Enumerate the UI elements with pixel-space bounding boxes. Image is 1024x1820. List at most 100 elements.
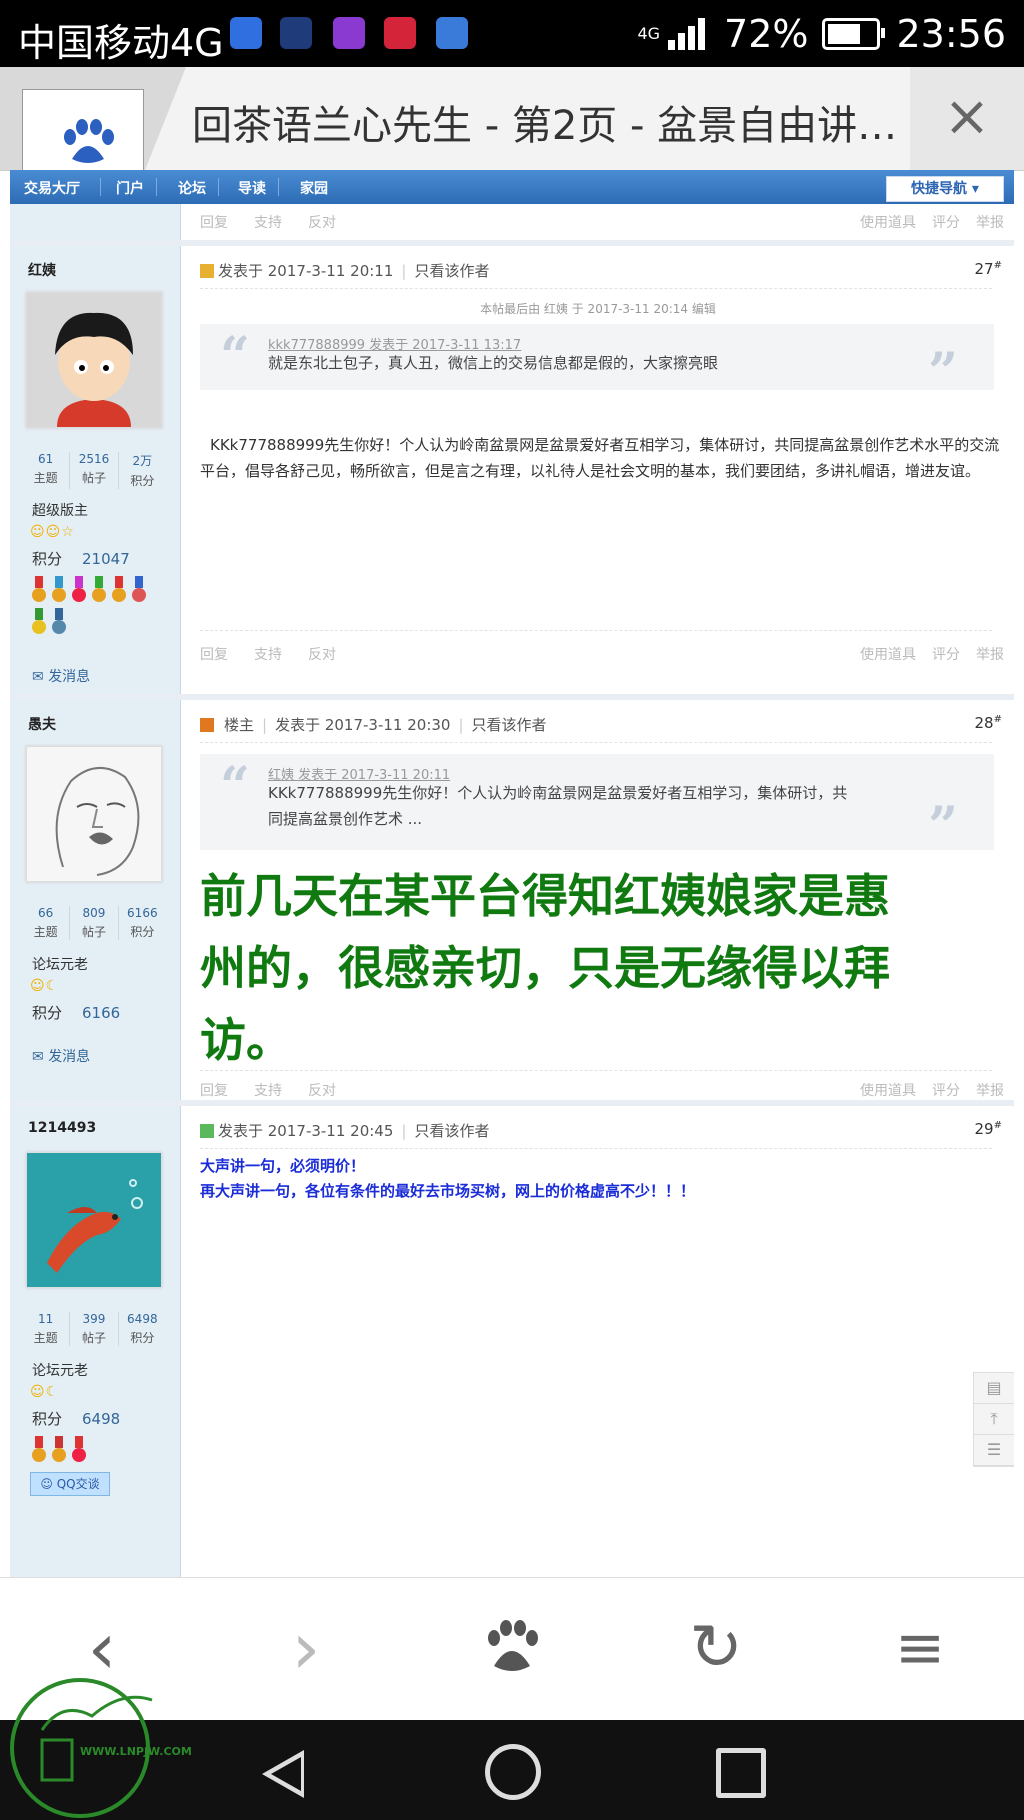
rate-button[interactable]: 评分 [932,647,960,663]
avatar[interactable] [26,746,162,882]
floor-number[interactable]: 28# [975,714,1002,732]
send-message-link[interactable]: ✉ 发消息 [32,1046,90,1066]
rate-button[interactable]: 评分 [932,1083,960,1099]
thread-count[interactable]: 66 [22,906,69,920]
send-message-link[interactable]: ✉ 发消息 [32,666,90,686]
watermark-url: WWW.LNPJW.COM [80,1745,192,1758]
tab-thumbnail[interactable] [0,67,186,170]
support-button[interactable]: 支持 [254,1083,282,1099]
nav-item-home[interactable]: 家园 [300,178,328,198]
reply-button[interactable]: 回复 [200,1083,228,1099]
support-button[interactable]: 支持 [254,215,282,231]
report-button[interactable]: 举报 [976,1083,1004,1099]
post-29-author: 1214493 11 主题 399 帖子 6498 积分 论坛元老 ☺☾ 积分 6498… [10,1106,181,1577]
medal-icon [50,608,68,636]
only-author-link[interactable]: 只看该作者 [472,716,547,734]
credit-count[interactable]: 2万 [119,452,166,469]
quote-close-icon: ” [928,796,958,857]
battery-icon [822,18,886,50]
post-count[interactable]: 399 [70,1312,117,1326]
comment-icon[interactable]: ▤ [974,1373,1014,1404]
reply-button[interactable]: 回复 [200,647,228,663]
support-button[interactable]: 支持 [254,647,282,663]
list-icon[interactable]: ☰ [974,1435,1014,1466]
report-button[interactable]: 举报 [976,215,1004,231]
username[interactable]: 红姨 [28,260,56,280]
browser-title-bar: 回茶语兰心先生 - 第2页 - 盆景自由讲… × [0,67,1024,171]
credit-count[interactable]: 6166 [119,906,166,920]
oppose-button[interactable]: 反对 [308,215,336,231]
betta-fish-avatar [27,1153,161,1287]
nav-item-portal[interactable]: 门户 [116,178,144,198]
post-meta: 楼主 | 发表于 2017-3-11 20:30 | 只看该作者 [200,714,547,735]
nav-home-icon[interactable] [485,1744,541,1800]
only-author-link[interactable]: 只看该作者 [414,1122,489,1140]
username[interactable]: 1214493 [28,1120,96,1136]
nav-recent-apps-icon[interactable] [716,1748,766,1798]
level-icons: ☺☾ [30,978,60,994]
medal-icon [30,576,48,604]
post-tools: 使用道具 评分 举报 [844,1080,1004,1100]
user-rank[interactable]: 论坛元老 [32,1360,88,1380]
use-tool-button[interactable]: 使用道具 [860,647,916,663]
post-date: 发表于 2017-3-11 20:30 [275,716,451,734]
cartoon-boy-avatar [27,293,161,427]
baidu-home-icon[interactable] [462,1598,562,1698]
clock: 23:56 [896,12,1006,56]
avatar[interactable] [26,292,162,428]
page-title: 回茶语兰心先生 - 第2页 - 盆景自由讲… [192,103,898,149]
avatar[interactable] [26,1152,162,1288]
post-count[interactable]: 809 [70,906,117,920]
user-points: 积分 6166 [32,1004,121,1022]
forum-top-nav: 交易大厅 门户 论坛 导读 家园 快捷导航 ▾ [10,170,1014,204]
photo-editor-app-icon [384,17,416,49]
quote-text: KKk777888999先生你好！个人认为岭南盆景网是盆景爱好者互相学习，集体研… [268,784,848,802]
nav-back-icon[interactable] [262,1750,304,1798]
thread-count[interactable]: 61 [22,452,69,466]
report-button[interactable]: 举报 [976,647,1004,663]
qq-chat-button[interactable]: ☺ QQ交谈 [30,1472,110,1496]
oppose-button[interactable]: 反对 [308,1083,336,1099]
refresh-icon[interactable]: ↻ [666,1598,766,1698]
credit-count[interactable]: 6498 [119,1312,166,1326]
floor-number[interactable]: 27# [975,260,1002,278]
post-28-author: 愚夫 66 主题 809 帖子 6166 积分 论坛元老 ☺☾ 积分 6166 ✉ 发消… [10,700,181,1100]
quote-open-icon: “ [220,756,250,817]
post-count[interactable]: 2516 [70,452,117,466]
medal-icon [30,1436,48,1464]
close-icon[interactable]: × [910,67,1024,170]
post-date: 发表于 2017-3-11 20:45 [218,1122,394,1140]
back-to-top-icon[interactable]: ⤒ [974,1404,1014,1435]
forward-icon[interactable]: › [256,1598,356,1698]
user-points: 积分 21047 [32,550,130,568]
carrier-label: 中国移动4G [18,21,224,65]
quick-nav-button[interactable]: 快捷导航 ▾ [886,176,1004,202]
medal-list [30,576,160,640]
use-tool-button[interactable]: 使用道具 [860,1083,916,1099]
floor-number[interactable]: 29# [975,1120,1002,1138]
medal-icon [90,576,108,604]
nav-item-trade[interactable]: 交易大厅 [24,178,80,198]
user-rank[interactable]: 超级版主 [32,500,88,520]
network-type-label: 4G [637,24,661,43]
rate-button[interactable]: 评分 [932,215,960,231]
use-tool-button[interactable]: 使用道具 [860,215,916,231]
post-actions: 回复 支持 反对 [200,1080,362,1100]
only-author-link[interactable]: 只看该作者 [414,262,489,280]
thread-count[interactable]: 11 [22,1312,69,1326]
post-meta: 发表于 2017-3-11 20:11 | 只看该作者 [200,260,489,281]
oppose-button[interactable]: 反对 [308,647,336,663]
post-body-line: 大声讲一句，必须明价！ [200,1157,366,1175]
user-icon [200,1124,214,1138]
user-rank[interactable]: 论坛元老 [32,954,88,974]
medal-icon [70,576,88,604]
menu-icon[interactable]: ≡ [870,1598,970,1698]
medal-icon [110,576,128,604]
reply-button[interactable]: 回复 [200,215,228,231]
user-stats: 66 主题 809 帖子 6166 积分 [22,906,166,940]
nav-item-forum[interactable]: 论坛 [178,178,206,198]
quote-block: “ kkk777888999 发表于 2017-3-11 13:17 就是东北土… [200,324,994,403]
gallery-app-icon [333,17,365,49]
nav-item-guide[interactable]: 导读 [238,178,266,198]
username[interactable]: 愚夫 [28,714,56,734]
